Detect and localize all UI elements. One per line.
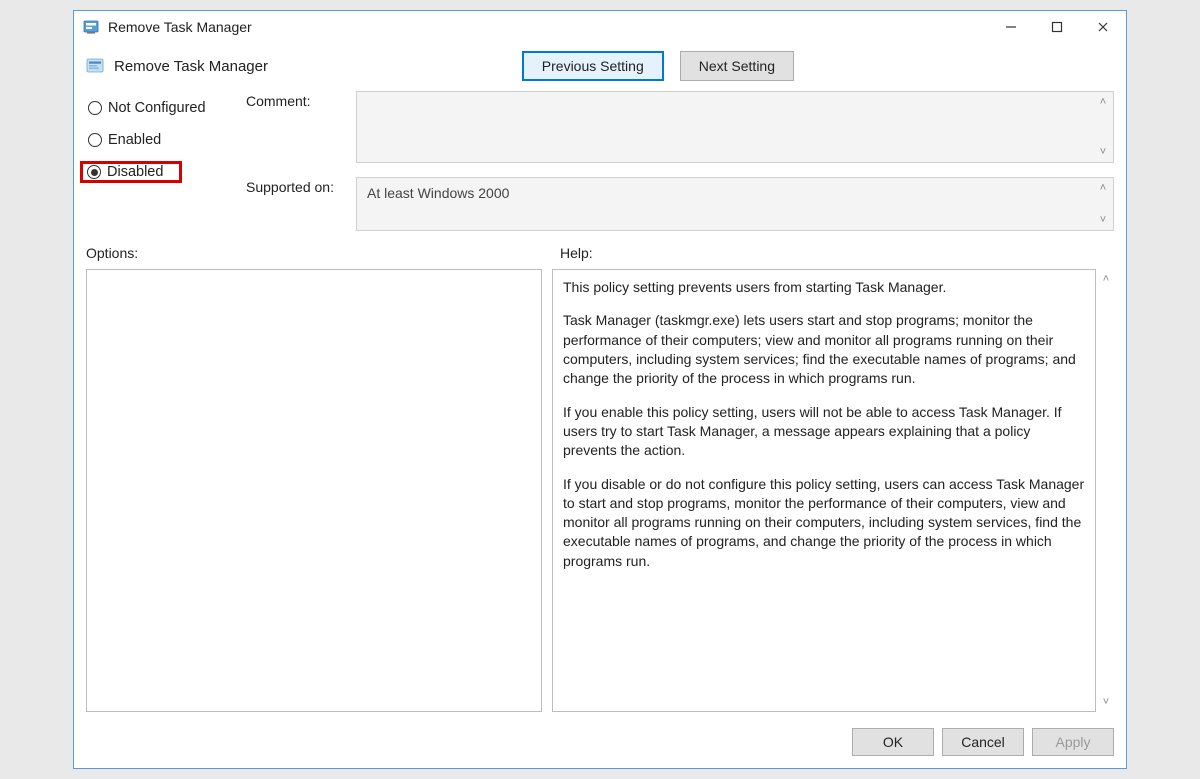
- radio-icon: [88, 101, 102, 115]
- cancel-button[interactable]: Cancel: [942, 728, 1024, 756]
- next-setting-button[interactable]: Next Setting: [680, 51, 794, 81]
- options-pane: [86, 269, 542, 712]
- help-paragraph: Task Manager (taskmgr.exe) lets users st…: [563, 311, 1085, 388]
- radio-enabled[interactable]: Enabled: [86, 129, 226, 151]
- meta-fields: Comment: ˄ ˅ Supported on: At least Wind…: [246, 91, 1114, 231]
- chevron-up-icon[interactable]: ˄: [1098, 271, 1114, 287]
- help-paragraph: If you enable this policy setting, users…: [563, 403, 1085, 461]
- policy-editor-window: Remove Task Manager Remove Task Manager …: [73, 10, 1127, 769]
- window-title: Remove Task Manager: [108, 19, 252, 35]
- titlebar: Remove Task Manager: [74, 11, 1126, 43]
- minimize-button[interactable]: [988, 11, 1034, 43]
- comment-field[interactable]: [356, 91, 1114, 163]
- radio-icon: [88, 133, 102, 147]
- header-row: Remove Task Manager Previous Setting Nex…: [74, 43, 1126, 91]
- radio-not-configured[interactable]: Not Configured: [86, 97, 226, 119]
- state-radio-group: Not Configured Enabled Disabled: [86, 91, 226, 231]
- radio-label: Enabled: [108, 132, 161, 148]
- maximize-button[interactable]: [1034, 11, 1080, 43]
- chevron-up-icon[interactable]: ˄: [1096, 181, 1110, 195]
- chevron-up-icon[interactable]: ˄: [1096, 95, 1110, 109]
- help-paragraph: This policy setting prevents users from …: [563, 278, 1085, 297]
- radio-icon: [87, 165, 101, 179]
- radio-label: Not Configured: [108, 100, 206, 116]
- section-labels: Options: Help:: [74, 239, 1126, 265]
- help-pane: This policy setting prevents users from …: [552, 269, 1096, 712]
- close-button[interactable]: [1080, 11, 1126, 43]
- help-paragraph: If you disable or do not configure this …: [563, 475, 1085, 572]
- chevron-down-icon[interactable]: ˅: [1098, 694, 1114, 710]
- dialog-footer: OK Cancel Apply: [74, 720, 1126, 768]
- ok-button[interactable]: OK: [852, 728, 934, 756]
- comment-label: Comment:: [246, 91, 346, 163]
- lower-panes: This policy setting prevents users from …: [74, 265, 1126, 720]
- apply-button[interactable]: Apply: [1032, 728, 1114, 756]
- radio-label: Disabled: [107, 164, 163, 180]
- previous-setting-button[interactable]: Previous Setting: [522, 51, 664, 81]
- settings-upper: Not Configured Enabled Disabled Comment:…: [74, 91, 1126, 239]
- policy-icon: [86, 57, 104, 75]
- options-section-label: Options:: [86, 245, 542, 261]
- app-icon: [82, 18, 100, 36]
- supported-on-label: Supported on:: [246, 177, 346, 231]
- chevron-down-icon[interactable]: ˅: [1096, 213, 1110, 227]
- radio-disabled[interactable]: Disabled: [80, 161, 182, 183]
- policy-name-heading: Remove Task Manager: [114, 58, 268, 75]
- chevron-down-icon[interactable]: ˅: [1096, 145, 1110, 159]
- supported-on-field: At least Windows 2000: [356, 177, 1114, 231]
- help-section-label: Help:: [560, 245, 1114, 261]
